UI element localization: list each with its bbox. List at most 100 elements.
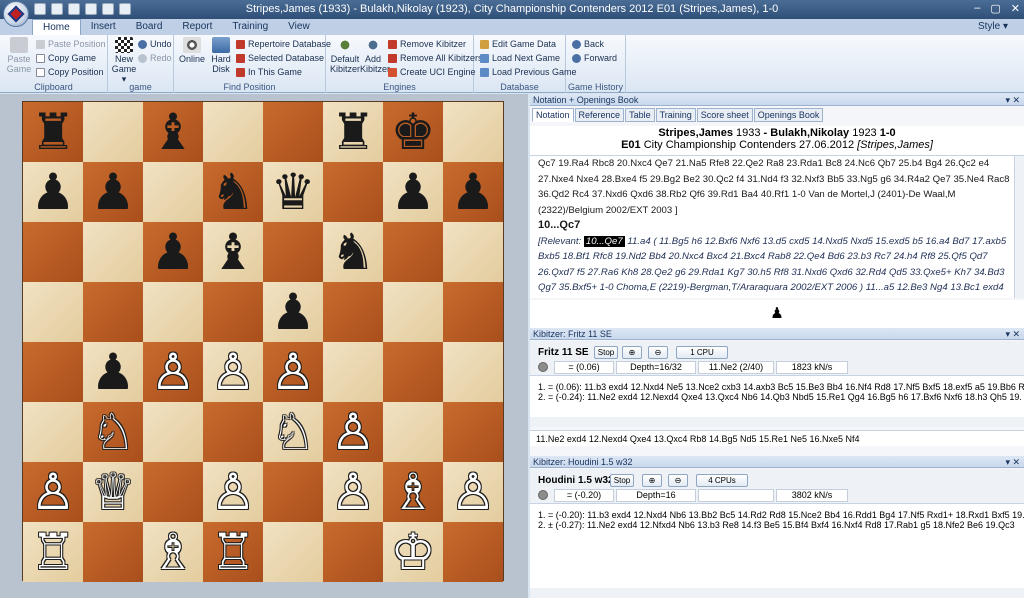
tab-board[interactable]: Board [126,19,173,35]
white-queen-b2[interactable]: ♕ [83,462,143,522]
tab-score-sheet[interactable]: Score sheet [696,108,753,122]
square-d3[interactable] [203,402,263,462]
square-b5[interactable] [83,282,143,342]
white-pawn-d4[interactable]: ♙ [203,342,263,402]
square-b6[interactable] [83,222,143,282]
square-d5[interactable] [203,282,263,342]
fritz-plus-button[interactable]: ⊕ [622,346,642,359]
square-b1[interactable] [83,522,143,582]
tab-training[interactable]: Training [222,19,278,35]
square-g4[interactable] [383,342,443,402]
white-pawn-e4[interactable]: ♙ [263,342,323,402]
fritz-minus-button[interactable]: ⊖ [648,346,668,359]
fritz-cpu-button[interactable]: 1 CPU [676,346,728,359]
in-this-game-button[interactable]: In This Game [236,66,302,78]
app-menu-button[interactable] [3,1,29,27]
repertoire-database-button[interactable]: Repertoire Database [236,38,331,50]
white-pawn-c4[interactable]: ♙ [143,342,203,402]
current-move[interactable]: 10...Qe7 [583,235,625,247]
paste-position-button[interactable]: Paste Position [36,38,106,50]
square-h6[interactable] [443,222,503,282]
square-c3[interactable] [143,402,203,462]
chess-board[interactable]: ♜ ♝ ♜ ♚ ♟ ♟ ♞ ♛ ♟ ♟ ♟ ♝ ♞ ♟ ♙ ♙ ♙ ♟ ♘ ♘ ♙ ♙ ♕ ♙ ♙ ♗ ♙ ♖ ♗ ♖ ♔ [22,101,504,582]
undo-button[interactable]: Undo [138,38,172,50]
copy-game-button[interactable]: Copy Game [36,52,96,64]
black-queen-e7[interactable]: ♛ [263,162,323,222]
square-c2[interactable] [143,462,203,522]
tab-training-notation[interactable]: Training [655,108,696,122]
fritz-hscroll[interactable] [530,417,1024,427]
black-rook-a8[interactable]: ♜ [23,102,83,162]
square-f5[interactable] [323,282,383,342]
houdini-minus-button[interactable]: ⊖ [668,474,688,487]
tab-insert[interactable]: Insert [81,19,126,35]
redo-button[interactable]: Redo [138,52,172,64]
close-button[interactable]: ✕ [1011,2,1020,15]
hard-disk-button[interactable]: Hard Disk [208,37,234,74]
notation-text[interactable]: Qc7 19.Ra4 Rbc8 20.Nxc4 Qe7 21.Na5 Rfe8 … [530,156,1024,298]
black-pawn-g7[interactable]: ♟ [383,162,443,222]
square-g3[interactable] [383,402,443,462]
square-d8[interactable] [203,102,263,162]
white-rook-a1[interactable]: ♖ [23,522,83,582]
tab-table[interactable]: Table [625,108,655,122]
white-pawn-f2[interactable]: ♙ [323,462,383,522]
square-h3[interactable] [443,402,503,462]
tab-reference[interactable]: Reference [574,108,625,122]
square-e2[interactable] [263,462,323,522]
square-e8[interactable] [263,102,323,162]
default-kibitzer-button[interactable]: Default Kibitzer [330,37,360,74]
white-pawn-f3[interactable]: ♙ [323,402,383,462]
square-h4[interactable] [443,342,503,402]
square-a6[interactable] [23,222,83,282]
selected-database-button[interactable]: Selected Database [236,52,324,64]
notation-scrollbar[interactable] [1014,156,1024,298]
black-bishop-c8[interactable]: ♝ [143,102,203,162]
square-c7[interactable] [143,162,203,222]
houdini-plus-button[interactable]: ⊕ [642,474,662,487]
white-pawn-h2[interactable]: ♙ [443,462,503,522]
houdini-hscroll[interactable] [530,588,1024,598]
square-a4[interactable] [23,342,83,402]
square-c5[interactable] [143,282,203,342]
load-previous-game-button[interactable]: Load Previous Game [480,66,577,78]
forward-button[interactable]: Forward [572,52,617,64]
edit-game-data-button[interactable]: Edit Game Data [480,38,556,50]
remove-kibitzer-button[interactable]: Remove Kibitzer [388,38,466,50]
square-f4[interactable] [323,342,383,402]
paste-game-button[interactable]: Paste Game [4,37,34,74]
tab-openings-book[interactable]: Openings Book [753,108,824,122]
white-knight-e3[interactable]: ♘ [263,402,323,462]
online-button[interactable]: Online [178,37,206,64]
tab-view[interactable]: View [278,19,320,35]
maximize-button[interactable]: ▢ [990,2,1000,15]
panel-controls[interactable]: ▾ ✕ [1005,94,1020,106]
new-game-button[interactable]: New Game ▾ [110,37,138,84]
add-kibitzer-button[interactable]: Add Kibitzer [360,37,390,74]
square-b8[interactable] [83,102,143,162]
black-knight-d7[interactable]: ♞ [203,162,263,222]
black-king-g8[interactable]: ♚ [383,102,443,162]
houdini-stop-button[interactable]: Stop [610,474,634,487]
houdini-cpu-button[interactable]: 4 CPUs [696,474,748,487]
copy-position-button[interactable]: Copy Position [36,66,104,78]
white-pawn-a2[interactable]: ♙ [23,462,83,522]
book-splitter[interactable]: ♟ [530,300,1024,328]
square-h8[interactable] [443,102,503,162]
square-g6[interactable] [383,222,443,282]
black-pawn-c6[interactable]: ♟ [143,222,203,282]
black-pawn-h7[interactable]: ♟ [443,162,503,222]
black-pawn-b7[interactable]: ♟ [83,162,143,222]
black-rook-f8[interactable]: ♜ [323,102,383,162]
square-f1[interactable] [323,522,383,582]
white-pawn-d2[interactable]: ♙ [203,462,263,522]
white-knight-b3[interactable]: ♘ [83,402,143,462]
create-uci-engine-button[interactable]: Create UCI Engine [388,66,476,78]
tab-report[interactable]: Report [172,19,222,35]
square-a3[interactable] [23,402,83,462]
white-bishop-g2[interactable]: ♗ [383,462,443,522]
kibitzer-fritz-controls[interactable]: ▾ ✕ [1005,328,1020,340]
black-knight-f6[interactable]: ♞ [323,222,383,282]
tab-notation[interactable]: Notation [532,108,574,122]
tab-home[interactable]: Home [32,19,81,35]
